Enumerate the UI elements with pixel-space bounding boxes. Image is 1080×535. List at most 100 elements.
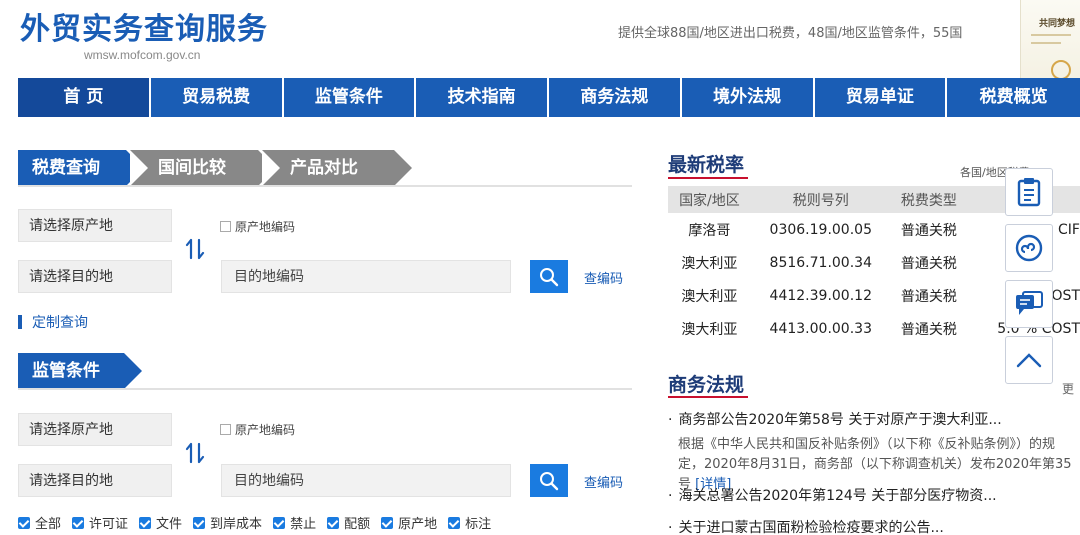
cell-tax-type: 普通关税	[900, 255, 957, 272]
nav-home[interactable]: 首 页	[18, 78, 151, 117]
divider	[18, 185, 632, 187]
reg-destination-code-input[interactable]: 目的地编码	[221, 464, 511, 497]
search-button[interactable]	[530, 260, 568, 293]
title-underline	[668, 396, 748, 398]
tab-product-compare[interactable]: 产品对比	[262, 150, 412, 186]
column-header: 税费类型	[890, 186, 968, 213]
reg-origin-code-checkbox[interactable]: 原产地编码	[220, 421, 295, 438]
news-summary-text: 根据《中华人民共和国反补贴条例》（以下称《反补贴条例》）的规定，2020年8月3…	[678, 437, 1072, 492]
news-title: 商务部公告2020年第58号 关于对原产于澳大利亚...	[678, 412, 1002, 428]
main-nav: 首 页 贸易税费 监管条件 技术指南 商务法规 境外法规 贸易单证 税费概览	[18, 78, 1080, 117]
site-domain: wmsw.mofcom.gov.cn	[84, 48, 201, 62]
reg-origin-code-label: 原产地编码	[235, 423, 296, 437]
list-item[interactable]: · 海关总署公告2020年第124号 关于部分医疗物资...	[668, 485, 1080, 505]
destination-code-input[interactable]: 目的地编码	[221, 260, 511, 293]
mini-program-button[interactable]	[1005, 224, 1053, 272]
cell-tariff-code: 4412.39.00.12	[769, 287, 872, 304]
reg-destination-select[interactable]: 请选择目的地	[18, 464, 172, 497]
checkbox-icon	[220, 221, 231, 232]
checkbox-checked-icon	[381, 516, 394, 529]
list-item[interactable]: · 关于进口蒙古国面粉检验检疫要求的公告...	[668, 517, 1080, 535]
checkbox-checked-icon	[18, 516, 30, 529]
custom-query-link[interactable]: 定制查询	[18, 312, 88, 332]
header-note: 提供全球88国/地区进出口税费，48国/地区监管条件，55国	[618, 26, 963, 41]
promo-decoration	[1031, 34, 1071, 36]
lookup-code-link[interactable]: 查编码	[584, 268, 623, 287]
filter-quota[interactable]: 配额	[327, 513, 370, 532]
column-header: 税则号列	[750, 186, 891, 213]
checkbox-icon	[220, 424, 231, 435]
cell-country: 澳大利亚	[681, 255, 738, 272]
cell-country: 澳大利亚	[681, 288, 738, 305]
cell-tax-type: 普通关税	[900, 222, 957, 239]
checkbox-checked-icon	[139, 516, 152, 529]
filter-label: 许可证	[89, 517, 129, 532]
commerce-law-title: 商务法规	[668, 374, 745, 396]
news-title: 关于进口蒙古国面粉检验检疫要求的公告...	[678, 520, 944, 535]
reg-lookup-code-link[interactable]: 查编码	[584, 472, 623, 491]
custom-query-label: 定制查询	[32, 315, 88, 331]
checkbox-checked-icon	[448, 516, 461, 529]
search-icon	[540, 267, 559, 286]
list-item[interactable]: · 商务部公告2020年第58号 关于对原产于澳大利亚...	[668, 409, 1080, 429]
search-icon	[540, 471, 559, 490]
origin-select[interactable]: 请选择原产地	[18, 209, 172, 242]
flower-icon	[1051, 60, 1071, 80]
nav-tech-guide[interactable]: 技术指南	[416, 78, 549, 117]
title-underline	[668, 177, 748, 179]
site-title: 外贸实务查询服务	[20, 12, 268, 47]
destination-select[interactable]: 请选择目的地	[18, 260, 172, 293]
checkbox-checked-icon	[327, 516, 340, 529]
filter-all[interactable]: 全部	[18, 513, 61, 532]
tab-country-compare[interactable]: 国间比较	[130, 150, 276, 186]
nav-regulation[interactable]: 监管条件	[284, 78, 417, 117]
divider	[18, 388, 632, 390]
checkbox-checked-icon	[273, 516, 286, 529]
back-to-top-button[interactable]	[1005, 336, 1053, 384]
promo-decoration	[1031, 42, 1061, 44]
cell-tax-type: 普通关税	[900, 288, 957, 305]
cell-country: 摩洛哥	[688, 222, 731, 239]
filter-label: 禁止	[290, 517, 317, 532]
nav-trade-docs[interactable]: 贸易单证	[815, 78, 948, 117]
clipboard-button[interactable]	[1005, 168, 1053, 216]
checkbox-checked-icon	[193, 516, 206, 529]
chevron-up-icon	[1016, 353, 1042, 368]
bullet-icon: ·	[668, 520, 673, 535]
origin-code-checkbox[interactable]: 原产地编码	[220, 218, 295, 235]
cell-tariff-code: 0306.19.00.05	[769, 221, 872, 238]
nav-foreign-law[interactable]: 境外法规	[682, 78, 815, 117]
reg-search-button[interactable]	[530, 464, 568, 497]
list-icon	[18, 315, 22, 329]
more-link[interactable]: 更	[1062, 380, 1074, 397]
checkbox-checked-icon	[72, 516, 85, 529]
message-button[interactable]	[1005, 280, 1053, 328]
filter-label: 配额	[344, 517, 371, 532]
filter-license[interactable]: 许可证	[72, 513, 128, 532]
tax-query-tabs: 税费查询 国间比较 产品对比	[18, 150, 412, 186]
bullet-icon: ·	[668, 488, 673, 504]
filter-document[interactable]: 文件	[139, 513, 182, 532]
swap-icon[interactable]	[185, 238, 205, 260]
filter-label: 文件	[156, 517, 183, 532]
filter-landed-cost[interactable]: 到岸成本	[193, 513, 262, 532]
regulation-filters: 全部 许可证 文件 到岸成本 禁止 配额 原产地 标注	[18, 513, 502, 532]
filter-label: 全部	[35, 517, 62, 532]
filter-prohibited[interactable]: 禁止	[273, 513, 316, 532]
bullet-icon: ·	[668, 412, 673, 428]
origin-code-label: 原产地编码	[235, 220, 296, 234]
cell-tariff-code: 4413.00.00.33	[769, 320, 872, 337]
tab-tax-query[interactable]: 税费查询	[18, 150, 144, 186]
filter-marking[interactable]: 标注	[448, 513, 491, 532]
latest-rates-title: 最新税率	[668, 154, 745, 176]
swap-icon[interactable]	[185, 442, 205, 464]
filter-label: 标注	[465, 517, 492, 532]
filter-origin[interactable]: 原产地	[381, 513, 437, 532]
nav-commerce-law[interactable]: 商务法规	[549, 78, 682, 117]
regulation-heading: 监管条件	[18, 353, 142, 389]
reg-origin-select[interactable]: 请选择原产地	[18, 413, 172, 446]
column-header: 国家/地区	[668, 186, 751, 213]
promo-text: 共同梦想	[1039, 19, 1076, 29]
nav-trade-tax[interactable]: 贸易税费	[151, 78, 284, 117]
nav-tax-overview[interactable]: 税费概览	[947, 78, 1080, 117]
